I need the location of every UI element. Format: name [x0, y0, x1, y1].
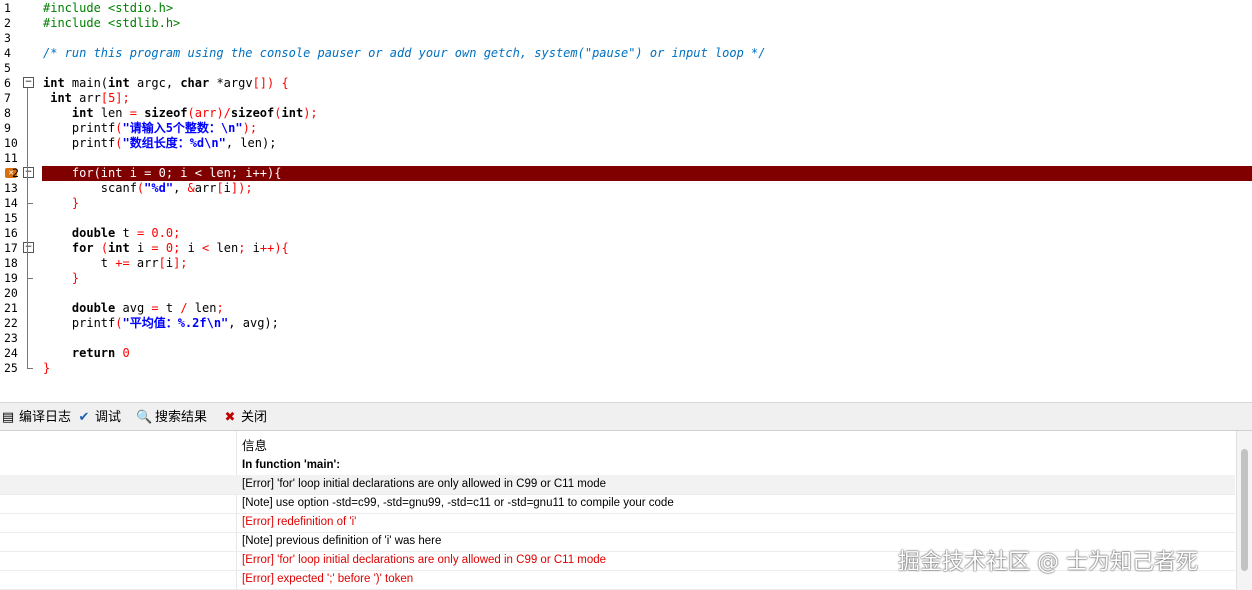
code-text: }	[71, 270, 80, 285]
message-text: [Note] previous definition of 'i' was he…	[242, 535, 442, 547]
fold-toggle-icon[interactable]: −	[23, 166, 34, 178]
tab-compile-log[interactable]: ▤ 编译日志	[0, 408, 71, 428]
code-text: for (int i = 0; i < len; i++){	[71, 240, 289, 255]
search-results-icon: 🔍	[136, 410, 153, 425]
code-line[interactable]: 6− int main(int argc, char *argv[]) {	[0, 76, 1252, 91]
fold-toggle-icon[interactable]: −	[23, 241, 34, 253]
code-text: printf("平均值：%.2f\n", avg);	[43, 315, 279, 330]
code-text: #include <stdlib.h>	[43, 15, 181, 30]
code-line[interactable]: 10 printf("数组长度：%d\n", len);	[0, 136, 1252, 151]
code-text: #include <stdio.h>	[43, 0, 174, 15]
line-number: 13	[4, 180, 18, 195]
code-line[interactable]: 18 t += arr[i];	[0, 256, 1252, 271]
line-number: 23	[4, 330, 18, 345]
tab-search-results[interactable]: 🔍 搜索结果	[136, 408, 207, 428]
message-text: [Error] redefinition of 'i'	[242, 516, 357, 528]
code-line[interactable]: 9 printf("请输入5个整数：\n");	[0, 121, 1252, 136]
message-text: [Error] expected ';' before ')' token	[242, 573, 414, 585]
message-column-header: 信息	[242, 439, 268, 453]
code-line[interactable]: 5	[0, 61, 1252, 76]
code-text: printf("数组长度：%d\n", len);	[43, 135, 277, 150]
code-line[interactable]: 4 /* run this program using the console p…	[0, 46, 1252, 61]
code-text: int main(int argc, char *argv[]) {	[43, 75, 289, 90]
code-text: double avg = t / len;	[71, 300, 224, 315]
code-line[interactable]: 1 #include <stdio.h>	[0, 1, 1252, 16]
line-number: 5	[4, 60, 11, 75]
line-number: 3	[4, 30, 11, 45]
code-line[interactable]: 17− for (int i = 0; i < len; i++){	[0, 241, 1252, 256]
scrollbar-thumb[interactable]	[1241, 449, 1248, 571]
code-text: double t = 0.0;	[71, 225, 181, 240]
line-number: 10	[4, 135, 18, 150]
code-line[interactable]: 8 int len = sizeof(arr)/sizeof(int);	[0, 106, 1252, 121]
line-number: 7	[4, 90, 11, 105]
bottom-panel-tabs: ▤ 编译日志 ✔ 调试 🔍 搜索结果 ✖ 关闭	[0, 406, 1252, 431]
line-number: 24	[4, 345, 18, 360]
line-number: 21	[4, 300, 18, 315]
code-line[interactable]: 25}	[0, 361, 1252, 376]
tab-debug-check[interactable]: ✔ 调试	[76, 408, 121, 428]
tab-close-panel[interactable]: ✖ 关闭	[222, 408, 267, 428]
code-line[interactable]: 15	[0, 211, 1252, 226]
code-editor[interactable]: 1 #include <stdio.h> 2 #include <stdlib.h> 3…	[0, 0, 1252, 402]
code-line[interactable]: 19 }	[0, 271, 1252, 286]
code-line[interactable]: 13 scanf("%d", &arr[i]);	[0, 181, 1252, 196]
code-text: }	[43, 360, 51, 375]
tab-label: 关闭	[241, 410, 268, 425]
code-text: t += arr[i];	[43, 255, 188, 270]
message-text: [Note] use option -std=c99, -std=gnu99, …	[242, 497, 674, 509]
line-number: 11	[4, 150, 18, 165]
code-text: int arr[5];	[50, 90, 130, 105]
message-text: In function 'main':	[242, 459, 341, 471]
code-text: printf("请输入5个整数：\n");	[43, 120, 258, 135]
code-text: for(int i = 0; i < len; i++){	[43, 165, 282, 180]
code-text: scanf("%d", &arr[i]);	[43, 180, 253, 195]
line-number: 9	[4, 120, 11, 135]
watermark: 掘金技术社区 @ 士为知己者死	[898, 550, 1198, 575]
code-text: /* run this program using the console pa…	[43, 45, 766, 60]
message-text: [Error] 'for' loop initial declarations …	[242, 554, 607, 566]
tab-label: 编译日志	[19, 410, 72, 425]
code-line[interactable]: 20	[0, 286, 1252, 301]
code-line[interactable]: 16 double t = 0.0;	[0, 226, 1252, 241]
vertical-scrollbar[interactable]	[1236, 431, 1252, 590]
code-text: }	[71, 195, 80, 210]
message-row[interactable]: [Error] 'for' loop initial declarations …	[0, 475, 1235, 495]
line-number: 15	[4, 210, 18, 225]
compile-log-icon: ▤	[1, 410, 15, 425]
fold-guide-main	[27, 87, 28, 369]
message-row[interactable]: [Error] redefinition of 'i'	[0, 513, 1235, 533]
message-row[interactable]: [Note] use option -std=c99, -std=gnu99, …	[0, 494, 1235, 514]
line-number: 2	[4, 15, 11, 30]
line-number: 8	[4, 105, 11, 120]
code-line[interactable]: 11	[0, 151, 1252, 166]
code-text: int len = sizeof(arr)/sizeof(int);	[71, 105, 318, 120]
code-line[interactable]: 22 printf("平均值：%.2f\n", avg);	[0, 316, 1252, 331]
fold-toggle-icon[interactable]: −	[23, 76, 34, 88]
code-line[interactable]: 23	[0, 331, 1252, 346]
debug-check-icon: ✔	[78, 410, 90, 425]
code-text: return 0	[71, 345, 130, 360]
line-number: 22	[4, 315, 18, 330]
message-row[interactable]: In function 'main':	[0, 456, 1235, 476]
code-line[interactable]: 14 }	[0, 196, 1252, 211]
close-panel-icon: ✖	[224, 410, 236, 425]
code-line[interactable]: 7 int arr[5];	[0, 91, 1252, 106]
line-number: 1	[4, 0, 11, 15]
code-line[interactable]: 21 double avg = t / len;	[0, 301, 1252, 316]
line-number: 16	[4, 225, 18, 240]
code-line[interactable]: ✕ 2− for(int i = 0; i < len; i++){	[0, 165, 1252, 181]
line-number: 20	[4, 285, 18, 300]
code-line[interactable]: 2 #include <stdlib.h>	[0, 16, 1252, 31]
line-number: 4	[4, 45, 11, 60]
line-number: 18	[4, 255, 18, 270]
tab-label: 调试	[95, 410, 122, 425]
code-line[interactable]: 24 return 0	[0, 346, 1252, 361]
tab-label: 搜索结果	[155, 410, 208, 425]
code-line[interactable]: 3	[0, 31, 1252, 46]
message-text: [Error] 'for' loop initial declarations …	[242, 478, 607, 490]
